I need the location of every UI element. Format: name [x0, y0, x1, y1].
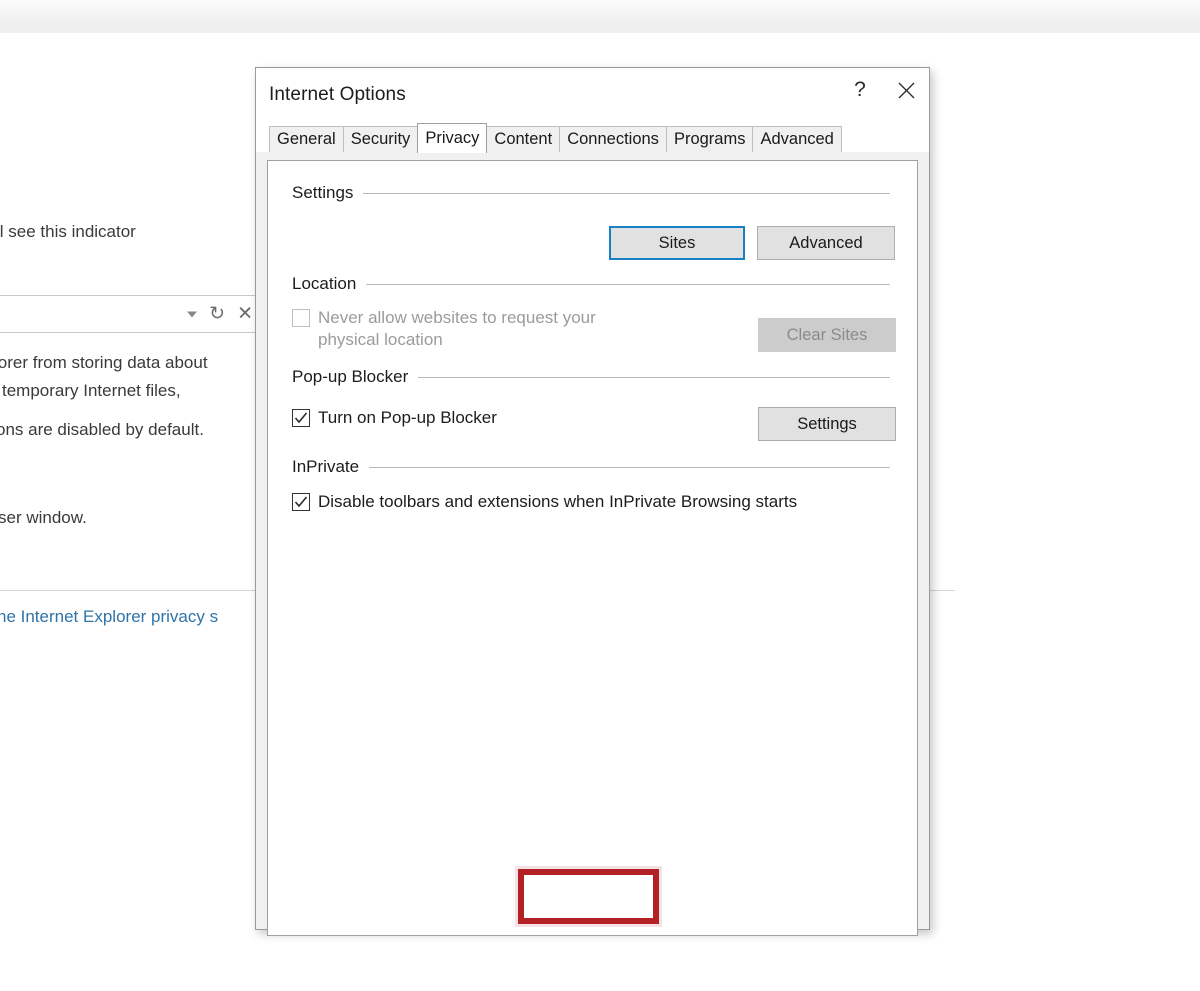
- top-band: [0, 0, 1200, 33]
- inprivate-label: Disable toolbars and extensions when InP…: [318, 491, 797, 513]
- help-button[interactable]: ?: [837, 68, 883, 112]
- check-icon: [293, 410, 309, 426]
- inprivate-group-label: InPrivate: [292, 457, 359, 477]
- close-icon: [897, 81, 916, 100]
- location-group: Location: [292, 274, 890, 294]
- popup-settings-button[interactable]: Settings: [758, 407, 896, 441]
- dialog-tabstrip: General Security Privacy Content Connect…: [256, 126, 929, 152]
- popup-blocker-checkbox-row[interactable]: Turn on Pop-up Blocker: [292, 407, 497, 429]
- screen: ll see this indicator ↻ ✕ lorer from sto…: [0, 0, 1200, 991]
- popup-blocker-group-rule: [418, 377, 890, 378]
- check-icon: [293, 494, 309, 510]
- dialog-titlebar: Internet Options ?: [256, 68, 929, 126]
- never-allow-location-checkbox[interactable]: [292, 309, 310, 327]
- settings-group-label: Settings: [292, 183, 353, 203]
- tab-programs[interactable]: Programs: [666, 126, 754, 152]
- background-privacy-link[interactable]: he Internet Explorer privacy s: [0, 604, 218, 630]
- titlebar-buttons: ?: [837, 68, 929, 126]
- chevron-down-icon[interactable]: [187, 311, 197, 317]
- inprivate-checkbox[interactable]: [292, 493, 310, 511]
- privacy-tab-panel: Settings Sites Advanced Location Never a…: [267, 160, 918, 936]
- settings-group-rule: [363, 193, 890, 194]
- background-text-line-3: temporary Internet files,: [2, 378, 181, 404]
- advanced-button[interactable]: Advanced: [757, 226, 895, 260]
- close-button[interactable]: [883, 68, 929, 112]
- popup-blocker-label: Turn on Pop-up Blocker: [318, 407, 497, 429]
- never-allow-location-label-line1: Never allow websites to request your: [318, 308, 596, 327]
- dialog-title: Internet Options: [269, 84, 406, 106]
- inprivate-checkbox-row[interactable]: Disable toolbars and extensions when InP…: [292, 491, 797, 513]
- never-allow-location-label-line2: physical location: [318, 330, 443, 349]
- background-address-bar[interactable]: ↻ ✕: [0, 295, 260, 333]
- inprivate-group-header: InPrivate: [292, 457, 890, 477]
- close-icon[interactable]: ✕: [237, 305, 253, 324]
- refresh-icon[interactable]: ↻: [209, 305, 225, 324]
- popup-blocker-group-label: Pop-up Blocker: [292, 367, 408, 387]
- settings-group: Settings: [292, 183, 890, 203]
- background-text-line-2: lorer from storing data about: [0, 350, 208, 376]
- location-group-header: Location: [292, 274, 890, 294]
- background-text-line-1: ll see this indicator: [0, 219, 136, 245]
- tab-privacy[interactable]: Privacy: [417, 123, 487, 153]
- never-allow-location-checkbox-row[interactable]: Never allow websites to request your phy…: [292, 307, 652, 351]
- inprivate-group: InPrivate: [292, 457, 890, 477]
- popup-blocker-group-header: Pop-up Blocker: [292, 367, 890, 387]
- location-group-label: Location: [292, 274, 356, 294]
- tab-general[interactable]: General: [269, 126, 344, 152]
- tab-connections[interactable]: Connections: [559, 126, 667, 152]
- inprivate-group-rule: [369, 467, 890, 468]
- clear-sites-button[interactable]: Clear Sites: [758, 318, 896, 352]
- settings-group-header: Settings: [292, 183, 890, 203]
- popup-blocker-group: Pop-up Blocker: [292, 367, 890, 387]
- tab-advanced[interactable]: Advanced: [752, 126, 841, 152]
- tab-content[interactable]: Content: [486, 126, 560, 152]
- internet-options-dialog: Internet Options ? General Security Priv…: [255, 67, 930, 930]
- tab-security[interactable]: Security: [343, 126, 419, 152]
- address-bar-icons: ↻ ✕: [187, 305, 253, 324]
- location-group-rule: [366, 284, 890, 285]
- sites-button[interactable]: Sites: [609, 226, 745, 260]
- never-allow-location-label: Never allow websites to request your phy…: [318, 307, 596, 351]
- background-text-line-5: ser window.: [0, 505, 87, 531]
- popup-blocker-checkbox[interactable]: [292, 409, 310, 427]
- background-text-line-4: ons are disabled by default.: [0, 417, 204, 443]
